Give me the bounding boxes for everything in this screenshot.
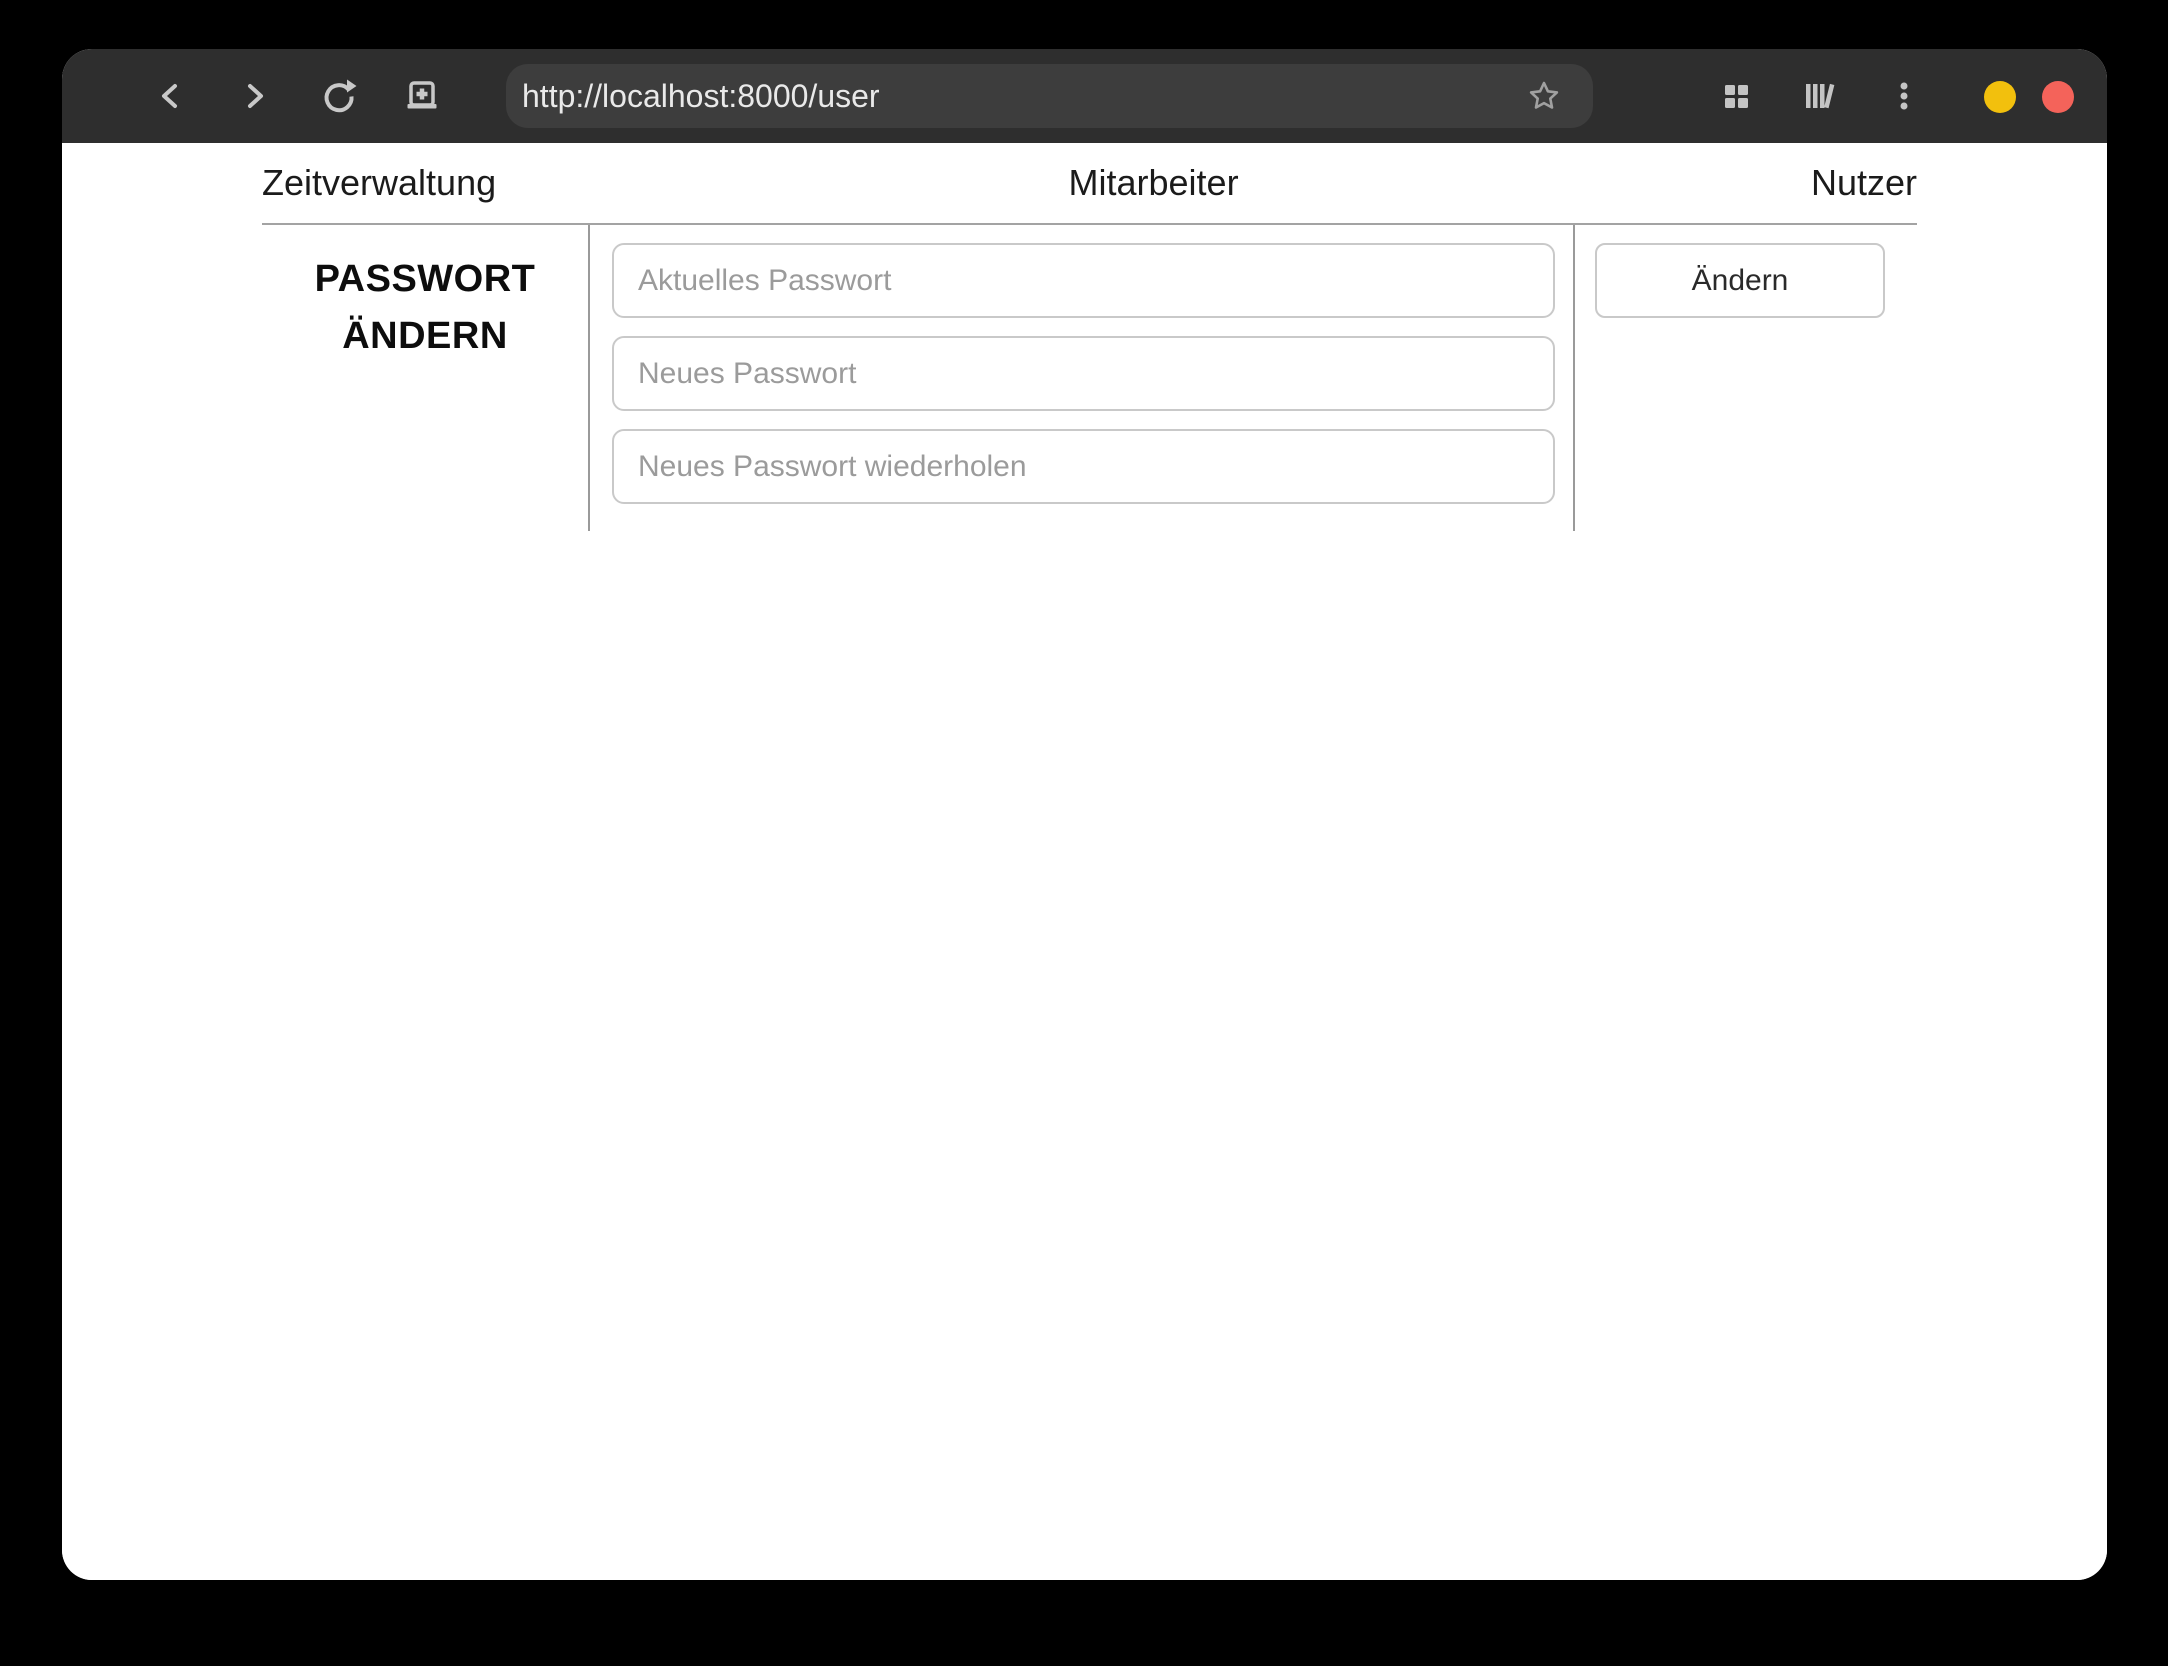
- section-heading-column: PASSWORT ÄNDERN: [262, 225, 590, 531]
- reload-button[interactable]: [319, 76, 359, 116]
- main-nav: Zeitverwaltung Mitarbeiter Nutzer: [262, 143, 1917, 225]
- password-form-column: [590, 225, 1575, 531]
- page-title-line2: ÄNDERN: [342, 315, 508, 357]
- close-button[interactable]: [2042, 81, 2074, 113]
- password-change-section: PASSWORT ÄNDERN Ändern: [262, 225, 1917, 531]
- forward-button[interactable]: [235, 76, 275, 116]
- page-content: Zeitverwaltung Mitarbeiter Nutzer PASSWO…: [62, 143, 2107, 1580]
- tab-new-icon: [407, 81, 437, 109]
- star-icon: [1529, 81, 1559, 109]
- chevron-left-icon: [162, 84, 177, 108]
- change-password-button[interactable]: Ändern: [1595, 243, 1885, 318]
- menu-button[interactable]: [1884, 76, 1924, 116]
- nav-link-mitarbeiter[interactable]: Mitarbeiter: [1069, 162, 1239, 204]
- tab-overview-button[interactable]: [1716, 76, 1756, 116]
- kebab-menu-icon: [1900, 82, 1908, 110]
- browser-toolbar: [62, 49, 2107, 143]
- bookmark-button[interactable]: [1525, 77, 1563, 115]
- library-button[interactable]: [1800, 76, 1840, 116]
- books-icon: [1806, 83, 1835, 109]
- page-container: Zeitverwaltung Mitarbeiter Nutzer PASSWO…: [262, 143, 1917, 531]
- grid-icon: [1725, 85, 1748, 108]
- back-button[interactable]: [150, 76, 190, 116]
- chevron-right-icon: [248, 84, 263, 108]
- browser-window: Zeitverwaltung Mitarbeiter Nutzer PASSWO…: [62, 49, 2107, 1580]
- new-tab-button[interactable]: [402, 76, 442, 116]
- action-column: Ändern: [1575, 225, 1917, 531]
- nav-link-zeitverwaltung[interactable]: Zeitverwaltung: [262, 162, 496, 204]
- page-title: PASSWORT ÄNDERN: [262, 251, 588, 365]
- url-input[interactable]: [522, 64, 1442, 128]
- page-title-line1: PASSWORT: [314, 258, 536, 300]
- repeat-password-input[interactable]: [612, 429, 1555, 504]
- nav-link-nutzer[interactable]: Nutzer: [1811, 162, 1917, 204]
- current-password-input[interactable]: [612, 243, 1555, 318]
- minimize-button[interactable]: [1984, 81, 2016, 113]
- refresh-icon: [324, 79, 357, 113]
- new-password-input[interactable]: [612, 336, 1555, 411]
- address-bar[interactable]: [506, 64, 1593, 128]
